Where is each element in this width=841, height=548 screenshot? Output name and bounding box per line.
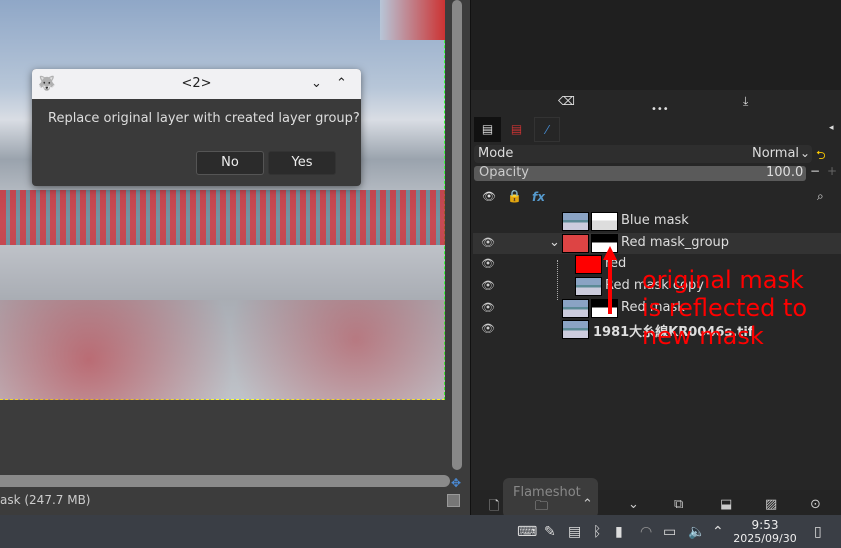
dialog-message: Replace original layer with created laye… — [48, 111, 360, 126]
annotation-arrowhead — [603, 246, 617, 260]
panel-menu-icon[interactable]: ◂ — [829, 123, 834, 133]
layer-thumbnail — [562, 320, 589, 339]
annotation-arrow — [608, 258, 612, 314]
usb-icon[interactable]: ▮ — [615, 524, 623, 540]
export-icon[interactable]: ⤓ — [743, 94, 748, 109]
layer-thumbnail — [575, 255, 602, 274]
eye-icon[interactable]: 👁 — [481, 236, 495, 249]
layer-name: Blue mask — [621, 213, 689, 228]
battery-icon[interactable]: ▭ — [663, 524, 676, 540]
tray-expand-icon[interactable]: ⌃ — [712, 524, 724, 540]
dialog-titlebar: 🐺 <2> ⌄ ⌃ — [32, 69, 361, 99]
tab-channels[interactable]: ▤ — [502, 117, 531, 142]
opacity-slider[interactable]: Opacity 100.0 — [474, 165, 806, 181]
input-method-icon[interactable]: ⌨ — [517, 524, 537, 540]
bluetooth-icon[interactable]: ᛒ — [593, 524, 601, 540]
wifi-icon[interactable]: ◠ — [640, 524, 652, 540]
layer-thumbnail — [562, 299, 589, 318]
annotation-text: is reflected to — [642, 294, 808, 322]
increase-button[interactable]: + — [827, 164, 837, 178]
mask-thumbnail — [591, 299, 618, 318]
drag-handle[interactable]: ••• — [651, 104, 669, 115]
no-button[interactable]: No — [196, 151, 264, 175]
layer-row[interactable]: Blue mask — [473, 211, 841, 232]
merge-layer-icon[interactable]: ⬓ — [720, 497, 732, 512]
opacity-label: Opacity — [479, 165, 530, 180]
layer-thumbnail — [575, 277, 602, 296]
lower-layer-icon[interactable]: ⌄ — [628, 497, 639, 512]
layer-thumbnail — [562, 234, 589, 253]
mode-value: Normal — [752, 146, 800, 161]
mode-select[interactable]: Mode Normal ⌄ — [474, 145, 812, 163]
tab-layers[interactable]: ▤ — [474, 117, 501, 142]
annotation-text: original mask — [642, 266, 804, 294]
pen-icon[interactable]: ✎ — [544, 524, 556, 540]
opacity-value: 100.0 — [766, 165, 804, 180]
effects-icon[interactable]: fx — [532, 190, 545, 204]
vertical-scrollbar[interactable] — [452, 0, 462, 470]
eye-icon[interactable]: 👁 — [481, 322, 495, 335]
image-region — [0, 190, 445, 245]
status-bar: ask (247.7 MB) — [0, 490, 465, 512]
layer-name: Red mask_group — [621, 235, 730, 250]
layer-thumbnail — [562, 212, 589, 231]
maximize-icon[interactable]: ⌃ — [336, 69, 347, 99]
mode-label: Mode — [478, 146, 514, 161]
confirm-dialog: 🐺 <2> ⌄ ⌃ Replace original layer with cr… — [32, 69, 361, 186]
gimp-logo-icon: 🐺 — [38, 76, 56, 92]
annotation-text: new mask — [642, 322, 764, 350]
delete-icon[interactable]: ⌫ — [558, 94, 575, 108]
raise-layer-icon[interactable]: ⌃ — [582, 497, 593, 512]
status-text: ask (247.7 MB) — [0, 493, 91, 507]
duplicate-layer-icon[interactable]: ⧉ — [674, 497, 683, 512]
minimize-icon[interactable]: ⌄ — [311, 69, 322, 99]
volume-icon[interactable]: 🔈 — [688, 524, 705, 540]
show-desktop-icon[interactable]: ▯ — [814, 524, 822, 540]
decrease-button[interactable]: − — [810, 164, 820, 178]
navigation-preview-icon[interactable] — [447, 494, 460, 507]
image-region — [380, 0, 445, 40]
eye-icon[interactable]: 👁 — [481, 257, 495, 270]
mask-icon[interactable]: ▨ — [765, 497, 777, 512]
clock[interactable]: 9:53 2025/09/30 — [732, 518, 798, 546]
delete-layer-icon[interactable]: ⊙ — [810, 497, 821, 512]
tab-paths[interactable]: ⁄ — [534, 117, 560, 142]
lock-icon[interactable]: 🔒 — [507, 189, 522, 203]
navigate-icon[interactable]: ✥ — [451, 476, 461, 490]
clock-time: 9:53 — [751, 518, 779, 532]
dialog-title: <2> — [181, 76, 212, 91]
eye-icon[interactable]: 👁 — [481, 301, 495, 314]
search-icon[interactable]: ⌕ — [817, 189, 824, 204]
image-region — [0, 300, 445, 400]
clock-date: 2025/09/30 — [733, 532, 797, 545]
yes-button[interactable]: Yes — [268, 151, 336, 175]
horizontal-scrollbar[interactable] — [0, 475, 450, 487]
mask-thumbnail — [591, 212, 618, 231]
eye-icon[interactable]: 👁 — [481, 279, 495, 292]
layer-row[interactable]: 👁 ⌄ Red mask_group — [473, 233, 841, 254]
chevron-down-icon: ⌄ — [800, 146, 811, 160]
tree-line — [557, 260, 558, 300]
collapse-icon[interactable]: ⌄ — [549, 235, 560, 250]
upper-dock — [471, 0, 841, 90]
clipboard-icon[interactable]: ▤ — [568, 524, 581, 540]
visibility-header-icon[interactable]: 👁 — [482, 190, 496, 203]
